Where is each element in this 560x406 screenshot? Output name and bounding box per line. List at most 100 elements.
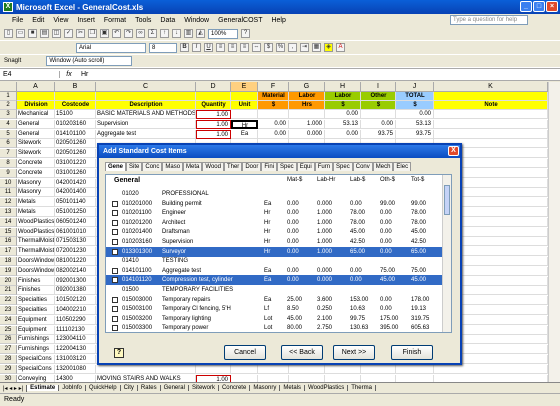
table-cell[interactable]: 061001010	[55, 227, 96, 237]
table-cell[interactable]: 092001300	[55, 276, 96, 286]
table-cell[interactable]: 020501260	[55, 139, 96, 149]
table-cell[interactable]: 101502120	[55, 296, 96, 306]
tab-gene-0[interactable]: Gene	[105, 162, 127, 171]
table-cell[interactable]: Specialties	[17, 306, 55, 315]
table-cell[interactable]	[434, 129, 548, 139]
comma-icon[interactable]: ,	[288, 43, 297, 52]
list-item[interactable]: 010201100 Engineer Hr 0.00 1.000 78.00 0.00 78.…	[106, 208, 442, 218]
table-cell[interactable]: 0.00	[396, 110, 434, 119]
preview-icon[interactable]: ◫	[52, 29, 61, 38]
tab-ther-6[interactable]: Ther	[223, 162, 243, 171]
list-item[interactable]: 014101100 Aggregate test Ea 0.00 0.000 0.00 75…	[106, 266, 442, 276]
table-cell[interactable]: 092001380	[55, 286, 96, 296]
bold-icon[interactable]: B	[180, 43, 189, 52]
next-button[interactable]: Next >>	[333, 345, 375, 360]
dialog-close-button[interactable]: X	[448, 146, 459, 156]
table-cell[interactable]: 014101100	[55, 129, 96, 139]
row-header[interactable]: 11	[0, 188, 17, 198]
copy-icon[interactable]: ❐	[88, 29, 97, 38]
table-cell[interactable]: 93.75	[396, 129, 434, 139]
row-header[interactable]: 15	[0, 227, 17, 237]
table-cell[interactable]: DoorsWindow	[17, 257, 55, 266]
column-header-f[interactable]: F	[258, 82, 289, 92]
table-cell[interactable]	[361, 364, 396, 374]
tab-wood-5[interactable]: Wood	[202, 162, 224, 171]
table-cell[interactable]: Mechanical	[17, 110, 55, 119]
table-cell[interactable]: Conveying	[17, 374, 55, 382]
row-header[interactable]: 9	[0, 168, 17, 178]
chart-icon[interactable]: ▥	[184, 29, 193, 38]
item-checkbox[interactable]	[112, 200, 118, 207]
table-cell[interactable]: 122004130	[55, 345, 96, 355]
table-cell[interactable]	[289, 364, 325, 374]
list-item[interactable]: 010201000 Building permit Ea 0.00 0.000 0.00 9…	[106, 199, 442, 209]
table-cell[interactable]: 0.00	[258, 119, 289, 129]
table-cell[interactable]: 132001080	[55, 364, 96, 374]
table-cell[interactable]	[196, 364, 231, 374]
row-header[interactable]: 29	[0, 364, 17, 374]
table-cell[interactable]: 1.00	[196, 374, 231, 382]
menu-item-view[interactable]: View	[53, 17, 68, 24]
row-header[interactable]: 23	[0, 306, 17, 315]
item-checkbox[interactable]	[112, 296, 118, 303]
column-header-e[interactable]: E	[231, 82, 258, 92]
hyperlink-icon[interactable]: ∞	[136, 29, 145, 38]
row-header[interactable]: 21	[0, 286, 17, 296]
table-cell[interactable]	[434, 110, 548, 119]
font-color-icon[interactable]: A	[336, 43, 345, 52]
fx-icon[interactable]: fx	[60, 71, 78, 78]
table-cell[interactable]	[396, 364, 434, 374]
row-header[interactable]: 27	[0, 345, 17, 355]
font-size-combo[interactable]: 8	[149, 42, 177, 53]
list-item[interactable]: 015003300 Temporary power Lot 80.00 2.750 130…	[106, 323, 442, 332]
table-cell[interactable]	[325, 374, 361, 382]
currency-icon[interactable]: $	[264, 43, 273, 52]
table-cell[interactable]	[325, 364, 361, 374]
menu-item-file[interactable]: File	[12, 17, 23, 24]
table-cell[interactable]: 15100	[55, 110, 96, 119]
table-cell[interactable]	[258, 374, 289, 382]
tab-nav-buttons[interactable]: |◂ ◂ ▸ ▸|	[0, 384, 28, 392]
table-cell[interactable]: 0.00	[361, 119, 396, 129]
item-checkbox[interactable]	[112, 248, 118, 255]
table-cell[interactable]: SpecialCons	[17, 355, 55, 364]
table-cell[interactable]: Aggregate test	[96, 129, 196, 139]
maximize-button[interactable]: □	[533, 1, 545, 12]
sort-desc-icon[interactable]: ↓	[172, 29, 181, 38]
spell-icon[interactable]: ✓	[64, 29, 73, 38]
sheet-tab-jobinfo[interactable]: JobInfo	[59, 385, 86, 391]
item-checkbox[interactable]	[112, 315, 118, 322]
item-checkbox[interactable]	[112, 239, 118, 245]
table-cell[interactable]: Masonry	[17, 188, 55, 198]
item-checkbox[interactable]	[112, 277, 118, 284]
row-header[interactable]: 12	[0, 198, 17, 208]
help-icon[interactable]: ?	[241, 29, 250, 38]
table-cell[interactable]: Masonry	[17, 178, 55, 188]
row-header[interactable]: 6	[0, 139, 17, 149]
item-checkbox[interactable]	[112, 306, 118, 313]
row-header[interactable]: 2	[0, 101, 17, 110]
table-cell[interactable]: Finishes	[17, 276, 55, 286]
row-header[interactable]: 24	[0, 315, 17, 325]
table-cell[interactable]: DoorsWindow	[17, 266, 55, 276]
new-icon[interactable]: ▯	[4, 29, 13, 38]
tab-mech-14[interactable]: Mech	[372, 162, 394, 171]
table-cell[interactable]: 0.00	[258, 129, 289, 139]
table-cell[interactable]: 042001420	[55, 178, 96, 188]
undo-icon[interactable]: ↶	[112, 29, 121, 38]
menu-item-data[interactable]: Data	[160, 17, 175, 24]
tab-elec-15[interactable]: Elec	[393, 162, 412, 171]
table-cell[interactable]: MOVING STAIRS AND WALKS	[96, 374, 196, 382]
table-cell[interactable]: Metals	[17, 198, 55, 208]
table-cell[interactable]: 1.00	[196, 110, 231, 119]
table-cell[interactable]: Specialties	[17, 296, 55, 306]
table-cell[interactable]: 010203160	[55, 119, 96, 129]
list-item[interactable]: 010201400 Draftsman Hr 0.00 1.000 45.00 0.00 45…	[106, 227, 442, 237]
table-cell[interactable]: 93.75	[361, 129, 396, 139]
tab-maso-3[interactable]: Maso	[162, 162, 184, 171]
table-cell[interactable]: Hr	[231, 119, 258, 129]
table-cell[interactable]: Metals	[17, 208, 55, 217]
sheet-tab-city[interactable]: City	[121, 385, 138, 391]
indent-icon[interactable]: ⇥	[300, 43, 309, 52]
item-checkbox[interactable]	[112, 210, 118, 217]
